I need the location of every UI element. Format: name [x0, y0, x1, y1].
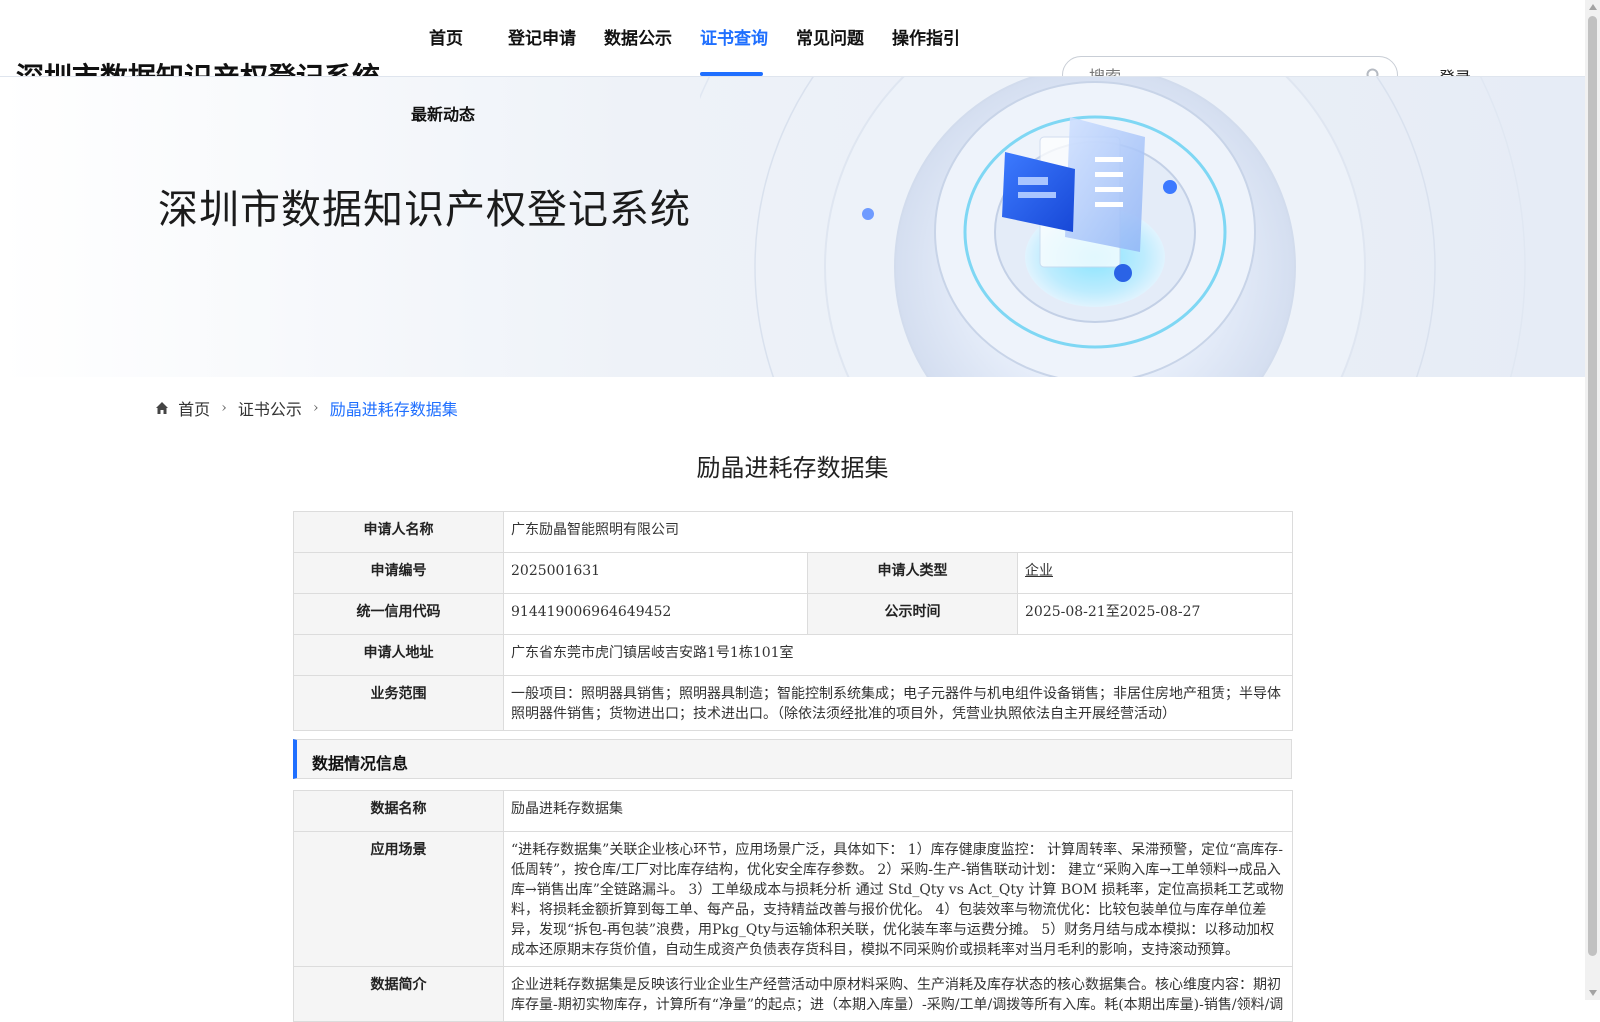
scrollbar-thumb[interactable] — [1588, 16, 1597, 956]
data-info-table: 数据名称 励晶进耗存数据集 应用场景 “进耗存数据集”关联企业核心环节，应用场景… — [293, 790, 1293, 1022]
breadcrumb-home[interactable]: 首页 — [178, 400, 210, 419]
hero-banner: 最新动态 深圳市数据知识产权登记系统 — [0, 76, 1585, 377]
applicant-address-label: 申请人地址 — [293, 634, 504, 676]
breadcrumb-current: 励晶进耗存数据集 — [329, 400, 458, 419]
data-intro-value: 企业进耗存数据集是反映该行业企业生产经营活动中原材料采购、生产消耗及库存状态的核… — [503, 966, 1293, 1022]
data-section-title: 数据情况信息 — [312, 754, 409, 773]
table-row: 数据名称 励晶进耗存数据集 — [293, 790, 1293, 832]
publish-time-label: 公示时间 — [807, 593, 1018, 635]
banner-illustration — [700, 77, 1526, 377]
scroll-up-arrow-icon[interactable] — [1589, 4, 1597, 10]
table-row: 统一信用代码 914419006964649452 公示时间 2025-08-2… — [293, 593, 1293, 635]
data-intro-label: 数据简介 — [293, 966, 504, 1022]
table-row: 申请人地址 广东省东莞市虎门镇居岐吉安路1号1栋101室 — [293, 634, 1293, 676]
data-section-header: 数据情况信息 — [293, 739, 1292, 779]
nav-home[interactable]: 首页 — [429, 24, 463, 49]
applicant-name-value: 广东励晶智能照明有限公司 — [503, 511, 1293, 553]
table-row: 应用场景 “进耗存数据集”关联企业核心环节，应用场景广泛，具体如下： 1）库存健… — [293, 831, 1293, 967]
home-icon — [156, 402, 168, 414]
nav-certificate-query[interactable]: 证书查询 — [700, 24, 768, 49]
scroll-down-arrow-icon[interactable] — [1589, 990, 1597, 996]
applicant-info-table: 申请人名称 广东励晶智能照明有限公司 申请编号 2025001631 申请人类型… — [293, 511, 1293, 731]
applicant-name-label: 申请人名称 — [293, 511, 504, 553]
table-row: 申请编号 2025001631 申请人类型 企业 — [293, 552, 1293, 594]
business-scope-value: 一般项目：照明器具销售；照明器具制造；智能控制系统集成；电子元器件与机电组件设备… — [503, 675, 1293, 731]
banner-title: 深圳市数据知识产权登记系统 — [158, 187, 691, 233]
nav-register-apply[interactable]: 登记申请 — [508, 24, 576, 49]
publish-time-value: 2025-08-21至2025-08-27 — [1017, 593, 1293, 635]
credit-code-value: 914419006964649452 — [503, 593, 808, 635]
table-row: 业务范围 一般项目：照明器具销售；照明器具制造；智能控制系统集成；电子元器件与机… — [293, 675, 1293, 731]
table-row: 数据简介 企业进耗存数据集是反映该行业企业生产经营活动中原材料采购、生产消耗及库… — [293, 966, 1293, 1022]
page-title: 励晶进耗存数据集 — [696, 454, 889, 482]
applicant-type-value: 企业 — [1025, 563, 1053, 579]
chevron-right-icon: › — [221, 400, 227, 416]
breadcrumb-parent[interactable]: 证书公示 — [238, 400, 302, 419]
nav-faq[interactable]: 常见问题 — [796, 24, 864, 49]
nav-data-publicity[interactable]: 数据公示 — [604, 24, 672, 49]
data-name-label: 数据名称 — [293, 790, 504, 832]
application-scenario-label: 应用场景 — [293, 831, 504, 967]
chevron-right-icon: › — [313, 400, 319, 416]
vertical-scrollbar[interactable] — [1585, 0, 1600, 1000]
application-code-label: 申请编号 — [293, 552, 504, 594]
application-scenario-value: “进耗存数据集”关联企业核心环节，应用场景广泛，具体如下： 1）库存健康度监控：… — [503, 831, 1293, 967]
nav-operation-guide[interactable]: 操作指引 — [892, 24, 960, 49]
nav-latest-news[interactable]: 最新动态 — [411, 101, 475, 125]
table-row: 申请人名称 广东励晶智能照明有限公司 — [293, 511, 1293, 553]
applicant-type-label: 申请人类型 — [807, 552, 1018, 594]
breadcrumb: 首页 › 证书公示 › 励晶进耗存数据集 — [155, 396, 458, 420]
business-scope-label: 业务范围 — [293, 675, 504, 731]
credit-code-label: 统一信用代码 — [293, 593, 504, 635]
top-header: 深圳市数据知识产权登记系统 首页 登记申请 数据公示 证书查询 常见问题 操作指… — [0, 0, 1585, 94]
applicant-address-value: 广东省东莞市虎门镇居岐吉安路1号1栋101室 — [503, 634, 1293, 676]
data-name-value: 励晶进耗存数据集 — [503, 790, 1293, 832]
application-code-value: 2025001631 — [503, 552, 808, 594]
